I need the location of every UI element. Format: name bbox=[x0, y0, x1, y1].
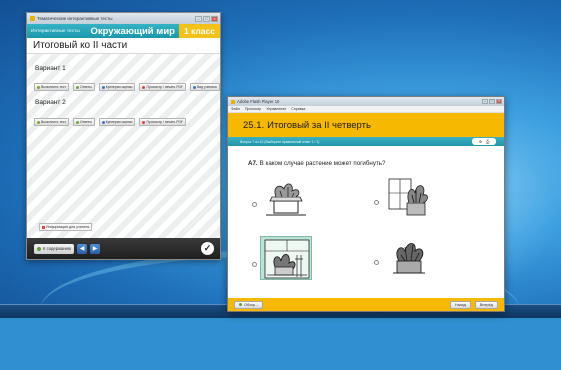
question-text: А7. В каком случае растение может погибну… bbox=[248, 160, 385, 167]
answers-icon bbox=[76, 120, 80, 124]
menu-view[interactable]: Просмотр bbox=[245, 107, 261, 111]
pdf-button-1[interactable]: Просмотр / печать PDF bbox=[139, 83, 186, 91]
test-header: 25.1. Итоговый за II четверть bbox=[228, 113, 504, 137]
maximize-icon[interactable]: □ bbox=[203, 15, 210, 22]
answer-4-radio[interactable] bbox=[374, 260, 379, 265]
test-menu-titlebar[interactable]: Тематические интерактивные тесты – □ × bbox=[27, 13, 220, 24]
minimize-icon[interactable]: – bbox=[482, 99, 488, 104]
play-icon bbox=[37, 120, 40, 124]
prev-arrow-icon[interactable]: ◀ bbox=[77, 243, 88, 254]
checkmark-icon[interactable]: ✓ bbox=[201, 242, 214, 255]
flash-window-title: Adobe Flash Player 10 bbox=[237, 99, 280, 104]
answer-4-image[interactable] bbox=[383, 235, 435, 279]
menu-file[interactable]: Файл bbox=[231, 107, 240, 111]
question-body: В каком случае растение может погибнуть? bbox=[259, 160, 386, 167]
test-footer: Обзор... Назад Вперёд bbox=[228, 298, 504, 311]
answers-button-2[interactable]: Ответы bbox=[73, 118, 95, 126]
answer-1-image[interactable] bbox=[260, 177, 312, 221]
answer-3-radio[interactable] bbox=[252, 262, 257, 267]
flash-titlebar[interactable]: Adobe Flash Player 10 – □ × bbox=[228, 97, 504, 106]
answer-1-radio[interactable] bbox=[252, 202, 257, 207]
variant-2-label: Вариант 2 bbox=[35, 99, 66, 106]
contents-button[interactable]: К содержанию bbox=[34, 243, 75, 254]
back-button[interactable]: Назад bbox=[449, 300, 471, 309]
menu-control[interactable]: Управление bbox=[266, 107, 286, 111]
criteria-button-2[interactable]: Критерии оценки bbox=[98, 118, 136, 126]
test-menu-window: Тематические интерактивные тесты – □ × И… bbox=[26, 12, 221, 260]
maximize-icon[interactable]: □ bbox=[489, 99, 495, 104]
run-test-button-2[interactable]: Выполнить тест bbox=[34, 118, 70, 126]
pdf-icon bbox=[142, 85, 146, 89]
info-icon bbox=[42, 225, 45, 229]
next-button[interactable]: Вперёд bbox=[474, 300, 498, 309]
answer-2-radio[interactable] bbox=[374, 200, 379, 205]
criteria-icon bbox=[101, 85, 105, 89]
grade-badge: 1 класс bbox=[178, 24, 220, 38]
window-title: Тематические интерактивные тесты bbox=[37, 16, 113, 21]
zoom-icon[interactable]: ⊕ bbox=[479, 139, 482, 144]
flash-window-controls: – □ × bbox=[482, 99, 504, 104]
criteria-button-1[interactable]: Критерии оценки bbox=[98, 83, 136, 91]
page-title: Итоговый ко II части bbox=[27, 38, 220, 54]
print-icon[interactable]: ⎙ bbox=[486, 139, 489, 144]
run-test-button-1[interactable]: Выполнить тест bbox=[34, 83, 70, 91]
question-number: А7. bbox=[248, 160, 258, 167]
student-view-button-1[interactable]: Вид ученика bbox=[189, 83, 220, 91]
flash-icon bbox=[231, 99, 235, 104]
minimize-icon[interactable]: – bbox=[195, 15, 202, 22]
close-icon[interactable]: × bbox=[496, 99, 502, 104]
question-tools: ⊕ ⎙ bbox=[472, 138, 496, 145]
plant-window-icon bbox=[388, 178, 428, 216]
test-number: 25.1. bbox=[243, 119, 265, 131]
variant-1-buttons: Выполнить тест Ответы Критерии оценки Пр… bbox=[34, 83, 220, 91]
app-icon bbox=[30, 16, 35, 21]
pdf-icon bbox=[142, 120, 146, 124]
plant-healthy-icon bbox=[393, 243, 425, 274]
test-title: Итоговый за II четверть bbox=[267, 119, 371, 131]
play-icon bbox=[37, 85, 40, 89]
test-menu-footer: К содержанию ◀ ▶ ✓ bbox=[27, 238, 220, 259]
subject-header: Интерактивные тесты Окружающий мир 1 кла… bbox=[27, 24, 220, 38]
variants-panel: Вариант 1 Выполнить тест Ответы Критерии… bbox=[27, 54, 220, 240]
answer-3-image-selected[interactable] bbox=[260, 236, 312, 280]
overview-icon bbox=[239, 303, 242, 306]
plant-shelf-icon bbox=[264, 239, 310, 279]
pdf-button-2[interactable]: Просмотр / печать PDF bbox=[139, 118, 186, 126]
flash-test-window: Adobe Flash Player 10 – □ × Файл Просмот… bbox=[227, 96, 505, 312]
tests-tab[interactable]: Интерактивные тесты bbox=[27, 29, 80, 34]
criteria-icon bbox=[101, 120, 105, 124]
teacher-info-button[interactable]: Информация для учителя bbox=[39, 223, 93, 231]
question-progress-bar: Вопрос 7 из 10 (Выберите правильный отве… bbox=[228, 137, 504, 146]
subject-title: Окружающий мир bbox=[90, 25, 175, 37]
variant-2-buttons: Выполнить тест Ответы Критерии оценки Пр… bbox=[34, 118, 186, 126]
flash-menubar: Файл Просмотр Управление Справка bbox=[228, 106, 504, 113]
plant-wilted-icon bbox=[266, 183, 306, 216]
question-progress-text: Вопрос 7 из 10 (Выберите правильный отве… bbox=[240, 139, 320, 144]
close-icon[interactable]: × bbox=[211, 15, 218, 22]
next-arrow-icon[interactable]: ▶ bbox=[90, 243, 101, 254]
overview-button[interactable]: Обзор... bbox=[234, 300, 264, 309]
home-icon bbox=[37, 246, 41, 251]
answer-2-image[interactable] bbox=[383, 175, 435, 219]
answers-icon bbox=[76, 85, 80, 89]
variant-1-label: Вариант 1 bbox=[35, 65, 66, 72]
menu-help[interactable]: Справка bbox=[291, 107, 305, 111]
answers-button-1[interactable]: Ответы bbox=[73, 83, 95, 91]
window-controls: – □ × bbox=[195, 15, 220, 22]
student-icon bbox=[192, 85, 196, 89]
